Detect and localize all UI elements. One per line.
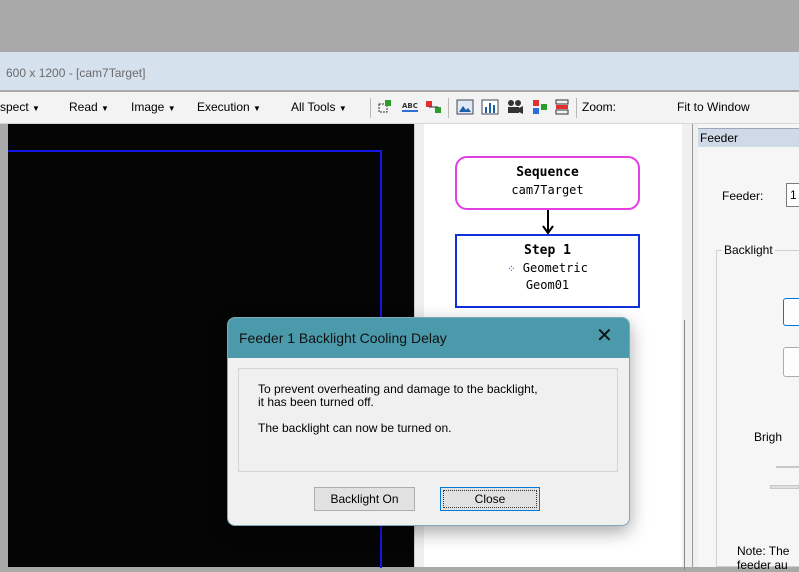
locate-tool-icon[interactable] — [377, 98, 395, 116]
caret-down-icon: ▼ — [253, 104, 261, 113]
dialog-titlebar[interactable]: Feeder 1 Backlight Cooling Delay ✕ — [228, 318, 629, 358]
dialog-message-box: To prevent overheating and damage to the… — [238, 368, 618, 472]
close-icon[interactable]: ✕ — [596, 326, 613, 346]
step-node[interactable]: Step 1 ⁘ Geometric Geom01 — [455, 234, 640, 308]
image-view-icon[interactable] — [456, 98, 474, 116]
dialog-title: Feeder 1 Backlight Cooling Delay — [239, 330, 447, 346]
brightness-slider[interactable] — [770, 485, 799, 489]
caret-down-icon: ▼ — [167, 104, 176, 113]
backlight-group-label: Backlight — [722, 243, 775, 257]
dialog-message-line-2: it has been turned off. — [258, 395, 374, 409]
step-node-title: Step 1 — [524, 243, 571, 258]
menu-all-tools[interactable]: All Tools ▼ — [291, 100, 347, 114]
camera-icon[interactable] — [506, 98, 524, 116]
feeder-select[interactable]: 1 — [786, 183, 799, 207]
toolbar-separator — [576, 98, 577, 118]
brightness-slider-tick — [776, 466, 799, 468]
menu-toolbar: spect ▼ Read ▼ Image ▼ Execution ▼ All T… — [0, 92, 799, 124]
backlight-button[interactable] — [783, 298, 799, 326]
feeder-panel-title: Feeder — [700, 131, 739, 145]
dialog-message-line-3: The backlight can now be turned on. — [258, 421, 452, 435]
backlight-cooling-dialog: Feeder 1 Backlight Cooling Delay ✕ To pr… — [227, 317, 630, 526]
desktop-background — [0, 0, 799, 52]
close-button[interactable]: Close — [440, 487, 540, 511]
measure-tool-icon[interactable] — [425, 98, 443, 116]
step-node-name: Geom01 — [525, 278, 570, 292]
backlight-on-button[interactable]: Backlight On — [314, 487, 415, 511]
menu-all-tools-label: All Tools — [291, 100, 336, 114]
note-line-1: Note: The — [737, 544, 790, 558]
caret-down-icon: ▼ — [338, 104, 347, 113]
color-tool-icon[interactable] — [530, 98, 548, 116]
menu-image[interactable]: Image ▼ — [131, 100, 176, 114]
list-tool-icon[interactable] — [553, 98, 571, 116]
ocr-tool-icon[interactable]: ABC — [401, 98, 419, 116]
pane-splitter[interactable] — [682, 124, 698, 570]
zoom-label: Zoom: — [582, 100, 617, 114]
histogram-icon[interactable] — [481, 98, 499, 116]
menu-inspect[interactable]: spect ▼ — [0, 100, 40, 114]
feeder-panel-header: Feeder — [698, 128, 799, 147]
menu-image-label: Image — [131, 100, 165, 114]
feeder-label: Feeder: — [722, 189, 764, 203]
svg-text:ABC: ABC — [402, 102, 418, 110]
feeder-select-value: 1 — [790, 188, 797, 202]
caret-down-icon: ▼ — [101, 104, 109, 113]
toolbar-separator — [448, 98, 449, 118]
brightness-label: Brigh — [754, 430, 783, 444]
window-title: 600 x 1200 - [cam7Target] — [6, 66, 146, 80]
menu-execution-label: Execution — [197, 100, 250, 114]
backlight-secondary-button[interactable] — [783, 347, 799, 377]
sequence-node[interactable]: Sequence cam7Target — [455, 156, 640, 210]
menu-read[interactable]: Read ▼ — [69, 100, 109, 114]
caret-down-icon: ▼ — [32, 104, 40, 113]
geometric-tool-icon: ⁘ — [507, 264, 516, 275]
note-line-2: feeder au — [737, 558, 788, 572]
sequence-node-title: Sequence — [516, 165, 579, 180]
step-node-type: Geometric — [522, 261, 588, 275]
menu-read-label: Read — [69, 100, 98, 114]
sequence-node-name: cam7Target — [511, 183, 584, 197]
toolbar-separator — [370, 98, 371, 118]
zoom-select[interactable]: Fit to Window — [677, 100, 750, 114]
menu-execution[interactable]: Execution ▼ — [197, 100, 261, 114]
dialog-message-line-1: To prevent overheating and damage to the… — [258, 382, 538, 396]
menu-inspect-label: spect — [0, 100, 29, 114]
flow-arrow — [542, 210, 554, 234]
